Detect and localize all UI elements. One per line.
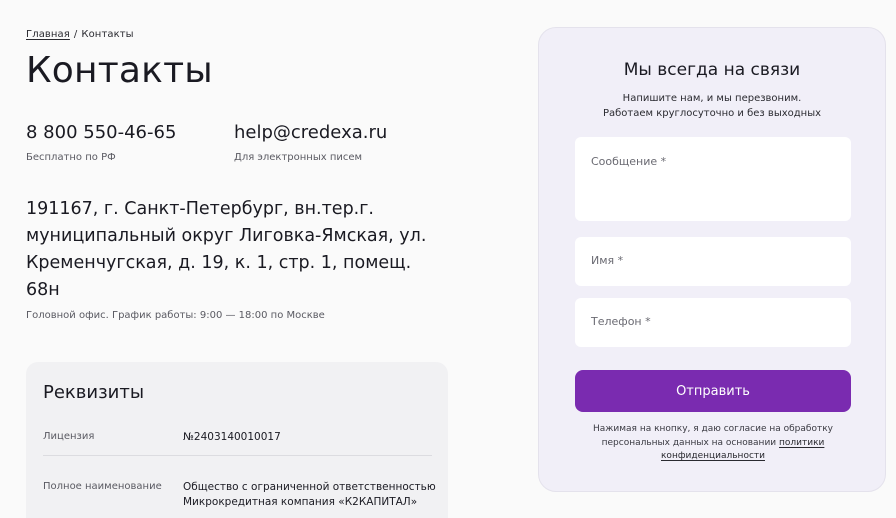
consent-note: Нажимая на кнопку, я даю согласие на обр…: [569, 423, 857, 464]
feedback-form-card: Мы всегда на связи Напишите нам, и мы пе…: [538, 27, 886, 492]
submit-button[interactable]: Отправить: [575, 370, 851, 412]
phone-caption: Бесплатно по РФ: [26, 152, 116, 163]
breadcrumb-separator: /: [73, 29, 78, 40]
message-placeholder: Сообщение *: [591, 155, 667, 168]
requisites-title: Реквизиты: [43, 382, 145, 403]
form-subtitle: Напишите нам, и мы перезвоним. Работаем …: [539, 91, 885, 121]
requisites-value: №2403140010017: [183, 431, 281, 443]
email-caption: Для электронных писем: [234, 152, 363, 163]
name-field[interactable]: Имя *: [575, 237, 851, 286]
requisites-label: Полное наименование: [43, 481, 162, 492]
requisites-value: Общество с ограниченной ответственностью…: [183, 481, 436, 508]
form-subtitle-line: Работаем круглосуточно и без выходных: [602, 108, 822, 119]
office-address: 191167, г. Санкт-Петербург, вн.тер.г. му…: [26, 199, 427, 300]
phone-number[interactable]: 8 800 550-46-65: [26, 122, 176, 143]
email-contact: help@credexa.ru Для электронных писем: [234, 122, 387, 163]
email-address[interactable]: help@credexa.ru: [234, 122, 387, 143]
phone-contact: 8 800 550-46-65 Бесплатно по РФ: [26, 122, 176, 163]
breadcrumb-home-link[interactable]: Главная: [26, 29, 70, 40]
phone-placeholder: Телефон *: [591, 315, 651, 328]
form-subtitle-line: Напишите нам, и мы перезвоним.: [622, 93, 802, 104]
contacts-section: Главная / Контакты Контакты 8 800 550-46-6…: [26, 0, 496, 518]
breadcrumb-current: Контакты: [81, 29, 134, 40]
breadcrumb: Главная / Контакты: [26, 29, 134, 40]
requisites-label: Лицензия: [43, 431, 95, 442]
phone-field[interactable]: Телефон *: [575, 298, 851, 347]
requisites-row: Лицензия №2403140010017: [43, 430, 432, 456]
name-placeholder: Имя *: [591, 254, 624, 267]
form-title: Мы всегда на связи: [623, 60, 801, 80]
message-field[interactable]: Сообщение *: [575, 137, 851, 221]
page-title: Контакты: [26, 50, 213, 91]
office-hours: Головной офис. График работы: 9:00 — 18:…: [26, 310, 325, 321]
requisites-card: Реквизиты Лицензия №2403140010017 Полное…: [26, 362, 448, 518]
